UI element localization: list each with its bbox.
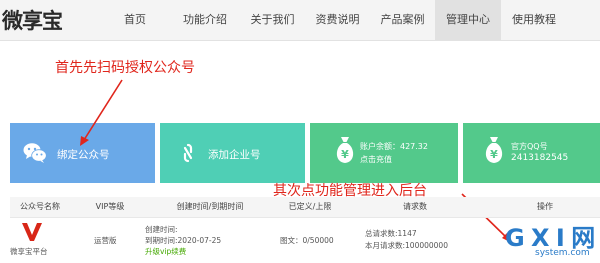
- month-requests: 本月请求数:100000000: [365, 241, 448, 250]
- accounts-table-header: 公众号名称 VIP等级 创建时间/到期时间 已定义/上限 请求数 操作: [10, 197, 600, 218]
- watermark: G X I 网 system.com: [505, 218, 600, 263]
- col-header-actions: 操作: [537, 202, 553, 211]
- upgrade-vip-link[interactable]: 升级vip续费: [145, 246, 186, 257]
- arrow-to-bind-card: [83, 79, 123, 141]
- weixiangbao-logo-icon: [22, 223, 42, 241]
- watermark-sub: system.com: [535, 248, 590, 258]
- col-header-name: 公众号名称: [20, 202, 60, 211]
- vip-level: 运营版: [94, 236, 117, 245]
- col-header-defined: 已定义/上限: [288, 202, 332, 211]
- created-time: 创建时间:: [145, 225, 178, 234]
- col-header-vip: VIP等级: [95, 202, 125, 211]
- expire-time: 到期时间:2020-07-25: [145, 236, 222, 245]
- defined-limit: 图文：0/50000: [280, 236, 334, 245]
- arrow-head-1: [80, 136, 89, 146]
- total-requests: 总请求数:1147: [365, 229, 417, 238]
- col-header-time: 创建时间/到期时间: [176, 202, 244, 211]
- col-header-requests: 请求数: [403, 202, 427, 211]
- account-name[interactable]: 微享宝平台: [10, 246, 48, 257]
